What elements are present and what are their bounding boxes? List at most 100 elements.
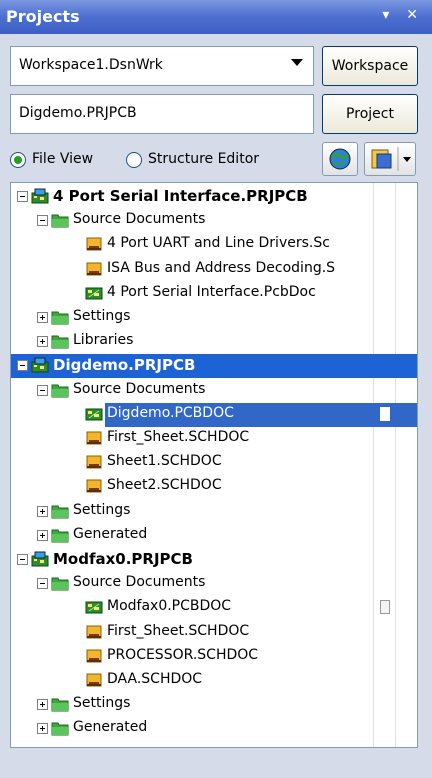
tree-item-label: Modfax0.PCBDOC <box>107 598 232 614</box>
document-node[interactable]: Modfax0.PCBDOC <box>11 596 417 620</box>
tree-item-label: Sheet2.SCHDOC <box>107 477 222 493</box>
expand-icon[interactable] <box>37 723 48 734</box>
tree-item-label: Settings <box>73 695 131 711</box>
tree-item-label: Libraries <box>73 332 134 348</box>
tree-item-label: Source Documents <box>73 574 206 590</box>
collapse-icon[interactable] <box>17 191 28 202</box>
tree-item-label: Source Documents <box>73 211 206 227</box>
tree-item-label: Settings <box>73 308 131 324</box>
folder-node[interactable]: Generated <box>11 524 417 548</box>
folder-icon <box>51 720 69 736</box>
project-node[interactable]: 4 Port Serial Interface.PRJPCB <box>11 185 417 209</box>
folder-icon <box>51 527 69 543</box>
schematic-document-icon <box>85 454 103 470</box>
folder-icon <box>51 696 69 712</box>
expand-icon[interactable] <box>37 506 48 517</box>
open-document-icon <box>380 407 390 421</box>
workspace-button[interactable]: Workspace <box>322 46 418 86</box>
tree-item-label: PROCESSOR.SCHDOC <box>107 647 259 663</box>
project-tree[interactable]: 4 Port Serial Interface.PRJPCB Source Doc… <box>10 182 418 748</box>
schematic-document-icon <box>85 648 103 664</box>
tree-item-label: DAA.SCHDOC <box>107 671 203 687</box>
collapse-icon[interactable] <box>37 385 48 396</box>
folder-icon <box>51 309 69 325</box>
expand-icon[interactable] <box>37 699 48 710</box>
document-node[interactable]: 4 Port UART and Line Drivers.Sc <box>11 233 417 257</box>
tree-item-label: Generated <box>73 526 148 542</box>
project-node[interactable]: Modfax0.PRJPCB <box>11 548 417 572</box>
document-node[interactable]: First_Sheet.SCHDOC <box>11 621 417 645</box>
tree-item-label: Settings <box>73 502 131 518</box>
expand-icon[interactable] <box>37 312 48 323</box>
globe-icon <box>329 148 351 170</box>
tree-item-label: 4 Port Serial Interface.PcbDoc <box>107 284 316 300</box>
structure-editor-label[interactable]: Structure Editor <box>148 151 259 167</box>
file-view-radio[interactable] <box>10 152 26 168</box>
collapse-icon[interactable] <box>17 360 28 371</box>
schematic-document-icon <box>85 624 103 640</box>
tree-item-label: Generated <box>73 719 148 735</box>
folder-node[interactable]: Generated <box>11 717 417 741</box>
document-node[interactable]: ISA Bus and Address Decoding.S <box>11 258 417 282</box>
pcb-project-icon <box>31 188 49 204</box>
document-node[interactable]: Digdemo.PCBDOC <box>11 403 417 427</box>
document-node[interactable]: Sheet1.SCHDOC <box>11 451 417 475</box>
dropdown-arrow-icon[interactable] <box>291 59 303 66</box>
pcb-document-icon <box>85 406 103 422</box>
folder-node[interactable]: Source Documents <box>11 379 417 403</box>
pcb-project-icon <box>31 551 49 567</box>
folder-node[interactable]: Source Documents <box>11 572 417 596</box>
folder-node[interactable]: Libraries <box>11 330 417 354</box>
collapse-icon[interactable] <box>37 578 48 589</box>
file-view-label[interactable]: File View <box>32 151 93 167</box>
folder-node[interactable]: Settings <box>11 306 417 330</box>
schematic-document-icon <box>85 672 103 688</box>
document-menu-icon <box>371 147 411 171</box>
collapse-icon[interactable] <box>17 554 28 565</box>
folder-icon <box>51 333 69 349</box>
pcb-document-icon <box>85 285 103 301</box>
schematic-document-icon <box>85 478 103 494</box>
document-node[interactable]: First_Sheet.SCHDOC <box>11 427 417 451</box>
pcb-project-icon <box>31 357 49 373</box>
document-node[interactable]: 4 Port Serial Interface.PcbDoc <box>11 282 417 306</box>
schematic-document-icon <box>85 430 103 446</box>
open-document-icon <box>380 600 390 614</box>
structure-editor-radio[interactable] <box>126 152 142 168</box>
pcb-document-icon <box>85 599 103 615</box>
workspace-combo[interactable]: Workspace1.DsnWrk <box>10 46 314 86</box>
schematic-document-icon <box>85 261 103 277</box>
folder-icon <box>51 575 69 591</box>
globe-tool-button[interactable] <box>322 142 358 176</box>
folder-node[interactable]: Source Documents <box>11 209 417 233</box>
view-mode-group: File View Structure Editor <box>10 148 310 174</box>
projects-panel: Projects ▾ ✕ Workspace1.DsnWrk Workspace… <box>0 0 432 778</box>
project-node[interactable]: Digdemo.PRJPCB <box>11 354 417 378</box>
folder-icon <box>51 382 69 398</box>
folder-icon <box>51 212 69 228</box>
document-node[interactable]: DAA.SCHDOC <box>11 669 417 693</box>
document-menu-button[interactable] <box>364 142 416 176</box>
panel-controls[interactable]: ▾ ✕ <box>382 7 424 23</box>
folder-icon <box>51 503 69 519</box>
project-field-value: Digdemo.PRJPCB <box>19 105 137 121</box>
tree-item-label: Sheet1.SCHDOC <box>107 453 222 469</box>
tree-item-label: 4 Port Serial Interface.PRJPCB <box>53 187 308 205</box>
panel-title: Projects <box>6 7 80 26</box>
project-button[interactable]: Project <box>322 94 418 134</box>
schematic-document-icon <box>85 236 103 252</box>
document-node[interactable]: PROCESSOR.SCHDOC <box>11 645 417 669</box>
panel-title-bar[interactable]: Projects ▾ ✕ <box>0 0 432 34</box>
folder-node[interactable]: Settings <box>11 693 417 717</box>
folder-node[interactable]: Settings <box>11 500 417 524</box>
document-node[interactable]: Sheet2.SCHDOC <box>11 475 417 499</box>
expand-icon[interactable] <box>37 530 48 541</box>
workspace-combo-value: Workspace1.DsnWrk <box>19 57 163 73</box>
collapse-icon[interactable] <box>37 215 48 226</box>
tree-item-label: First_Sheet.SCHDOC <box>107 429 250 445</box>
tree-item-label: First_Sheet.SCHDOC <box>107 623 250 639</box>
project-field[interactable]: Digdemo.PRJPCB <box>10 94 314 134</box>
expand-icon[interactable] <box>37 336 48 347</box>
tree-item-label: Source Documents <box>73 381 206 397</box>
tree-item-label: ISA Bus and Address Decoding.S <box>107 260 336 276</box>
